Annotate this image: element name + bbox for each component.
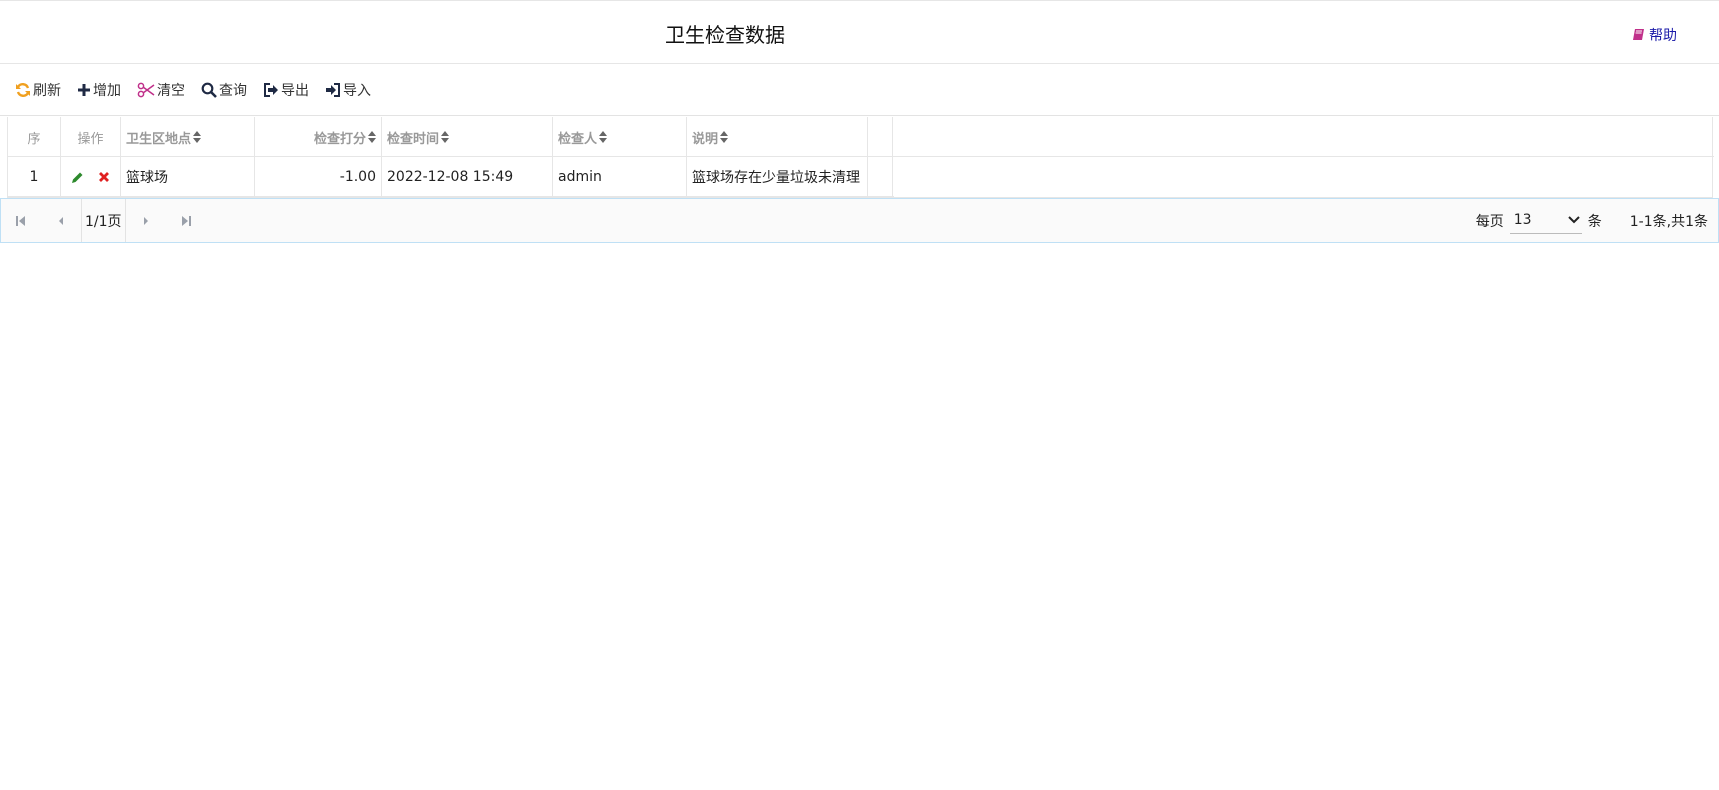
total-count: 1-1条,共1条 xyxy=(1629,213,1708,230)
page-info: 1/1页 xyxy=(81,199,126,242)
col-header-description[interactable]: 说明 xyxy=(687,117,868,157)
prev-page-icon xyxy=(59,216,63,225)
col-time-label: 检查时间 xyxy=(387,131,440,147)
page-size-select[interactable]: 13 xyxy=(1509,208,1582,234)
data-grid: 序 操作 卫生区地点 检查打分 检查时间 检查人 说明 1 篮球场 -1.00 … xyxy=(7,117,1714,198)
add-label: 增加 xyxy=(93,82,121,99)
import-label: 导入 xyxy=(343,82,371,99)
book-icon xyxy=(1633,29,1644,40)
refresh-label: 刷新 xyxy=(33,82,61,99)
table-row[interactable]: 1 篮球场 -1.00 2022-12-08 15:49 admin 篮球场存在… xyxy=(8,157,894,197)
next-page-button[interactable] xyxy=(126,199,166,242)
sort-icon xyxy=(441,131,450,143)
query-button[interactable]: 查询 xyxy=(201,80,247,100)
scissors-icon xyxy=(137,82,155,97)
prev-page-button[interactable] xyxy=(41,199,81,242)
per-page-unit: 条 xyxy=(1587,213,1602,230)
export-button[interactable]: 导出 xyxy=(263,80,309,100)
sort-icon xyxy=(599,131,608,143)
import-icon xyxy=(326,82,340,97)
col-header-time[interactable]: 检查时间 xyxy=(382,117,553,157)
pagination-bar: 1/1页 每页 13 条 1-1条,共1条 xyxy=(0,198,1719,243)
col-op-label: 操作 xyxy=(77,131,104,147)
col-header-location[interactable]: 卫生区地点 xyxy=(121,117,255,157)
page-title: 卫生检查数据 xyxy=(665,23,785,47)
clear-button[interactable]: 清空 xyxy=(137,80,185,100)
last-page-icon xyxy=(181,215,191,226)
cell-description: 篮球场存在少量垃圾未清理 xyxy=(687,157,868,197)
col-header-seq: 序 xyxy=(8,117,61,157)
query-label: 查询 xyxy=(219,82,247,99)
help-link[interactable]: 帮助 xyxy=(1632,25,1677,45)
cell-inspector: admin xyxy=(553,157,687,197)
export-label: 导出 xyxy=(281,82,309,99)
page-size-value: 13 xyxy=(1513,212,1532,228)
col-header-score[interactable]: 检查打分 xyxy=(255,117,382,157)
toolbar: 刷新 增加 清空 查询 导出 导入 xyxy=(0,64,1719,116)
last-page-button[interactable] xyxy=(166,199,206,242)
delete-icon[interactable] xyxy=(98,171,110,183)
import-button[interactable]: 导入 xyxy=(325,80,371,100)
add-button[interactable]: 增加 xyxy=(77,80,121,100)
col-seq-label: 序 xyxy=(27,131,41,147)
col-score-label: 检查打分 xyxy=(313,131,366,147)
per-page-label: 每页 xyxy=(1475,213,1504,230)
sort-icon xyxy=(193,131,202,143)
col-header-inspector[interactable]: 检查人 xyxy=(553,117,687,157)
cell-spacer xyxy=(868,157,893,197)
help-label: 帮助 xyxy=(1649,28,1677,44)
cell-seq: 1 xyxy=(8,157,61,197)
sort-icon xyxy=(720,131,729,143)
col-header-op: 操作 xyxy=(61,117,121,157)
page-header: 卫生检查数据 帮助 xyxy=(0,0,1719,64)
cell-location: 篮球场 xyxy=(121,157,255,197)
col-location-label: 卫生区地点 xyxy=(126,131,192,147)
table-header-row: 序 操作 卫生区地点 检查打分 检查时间 检查人 说明 xyxy=(8,117,1714,157)
sort-icon xyxy=(368,131,376,143)
edit-icon[interactable] xyxy=(71,171,84,184)
export-icon xyxy=(264,82,278,97)
clear-label: 清空 xyxy=(157,82,185,99)
col-inspector-label: 检查人 xyxy=(558,131,598,147)
col-header-spacer xyxy=(868,117,893,157)
cell-actions xyxy=(61,157,121,197)
search-icon xyxy=(201,82,217,98)
col-description-label: 说明 xyxy=(692,131,719,147)
refresh-icon xyxy=(16,82,30,97)
cell-time: 2022-12-08 15:49 xyxy=(382,157,553,197)
plus-icon xyxy=(78,83,90,96)
first-page-button[interactable] xyxy=(1,199,41,242)
first-page-icon xyxy=(16,215,25,226)
next-page-icon xyxy=(143,216,148,225)
cell-score: -1.00 xyxy=(255,157,382,197)
chevron-down-icon xyxy=(1568,216,1580,224)
pager-right: 每页 13 条 1-1条,共1条 xyxy=(1476,199,1708,242)
refresh-button[interactable]: 刷新 xyxy=(15,80,61,100)
